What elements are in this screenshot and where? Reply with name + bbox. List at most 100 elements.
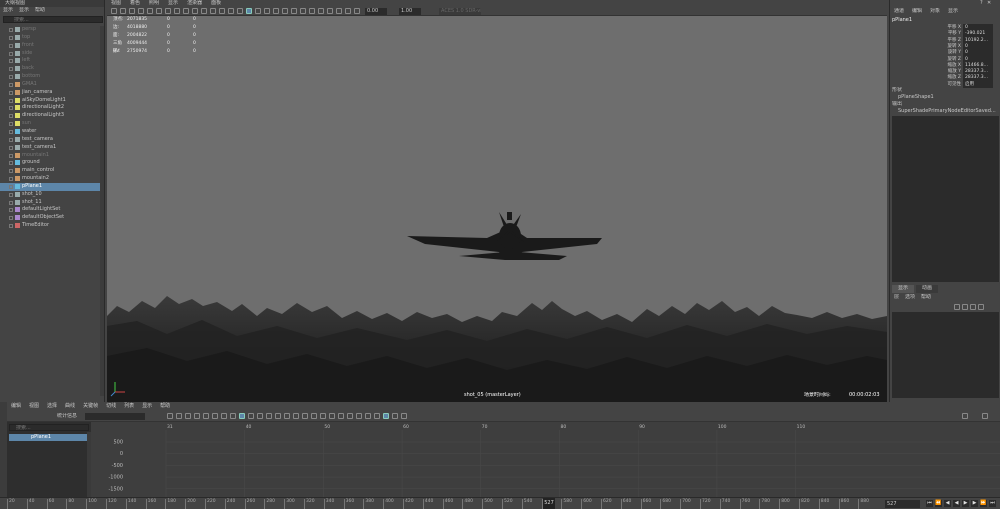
key-stats-icon[interactable] — [962, 413, 968, 419]
layer-move-up-icon[interactable] — [954, 304, 960, 310]
outliner-item[interactable]: front — [0, 42, 100, 50]
shape-name[interactable]: pPlaneShape1 — [898, 94, 934, 101]
time-slider[interactable]: 20 40 60 80 100 120 140 160 180 200 220 240 260 280 30… — [0, 497, 1000, 509]
auto-tangent-icon[interactable] — [239, 413, 245, 419]
new-layer-selected-icon[interactable] — [978, 304, 984, 310]
frame-playback-icon[interactable] — [221, 413, 227, 419]
color-space-dropdown[interactable]: ACES 1.0 SDR-video (sRGB) — [439, 8, 481, 15]
next-key-icon[interactable]: ▶ — [971, 500, 978, 507]
graph-menu-item[interactable]: 视图 — [29, 402, 39, 411]
step-back-icon[interactable]: ⏪ — [935, 500, 942, 507]
plateau-tangent-icon[interactable] — [293, 413, 299, 419]
graph-menu-item[interactable]: 列表 — [124, 402, 134, 411]
outliner-item[interactable]: test_camera1 — [0, 144, 100, 152]
expand-icon[interactable] — [9, 224, 13, 229]
exposure-field[interactable]: 0.00 — [365, 8, 387, 15]
expand-icon[interactable] — [9, 28, 13, 32]
xray-icon[interactable] — [318, 8, 324, 14]
expand-icon[interactable] — [9, 129, 13, 134]
linear-tangent-icon[interactable] — [266, 413, 272, 419]
expand-icon[interactable] — [9, 75, 13, 80]
region-icon[interactable] — [194, 413, 200, 419]
dope-sheet-icon[interactable] — [392, 413, 398, 419]
ssao-icon[interactable] — [282, 8, 288, 14]
channel-value-field[interactable]: 启用 — [963, 80, 993, 88]
layer-menu-options[interactable]: 选项 — [905, 294, 915, 301]
layer-menu-layers[interactable]: 层 — [894, 294, 899, 301]
outliner-item[interactable]: directionalLight3 — [0, 112, 100, 120]
graph-editor-side-tab[interactable] — [0, 402, 7, 497]
buffer-curve-icon[interactable] — [338, 413, 344, 419]
viewport-menu-shading[interactable]: 着色 — [130, 0, 140, 7]
smooth-shade-icon[interactable] — [237, 8, 243, 14]
channel-row[interactable]: 可见性 启用 — [945, 80, 995, 88]
expand-icon[interactable] — [9, 98, 13, 103]
channelbox-menu-object[interactable]: 对象 — [930, 8, 940, 15]
outliner-item[interactable]: TimeEditor — [0, 222, 100, 230]
graph-menu-item[interactable]: 切线 — [106, 402, 116, 411]
gamma-field[interactable]: 1.00 — [399, 8, 421, 15]
tab-display-layers[interactable]: 显示 — [892, 285, 915, 293]
outliner-item[interactable]: mountain1 — [0, 152, 100, 160]
outliner-menu-show[interactable]: 显示 — [19, 7, 29, 15]
viewport-menu-renderer[interactable]: 渲染器 — [187, 0, 202, 7]
outliner-item[interactable]: main_control — [0, 167, 100, 175]
graph-menu-item[interactable]: 曲线 — [65, 402, 75, 411]
outliner-item[interactable]: left — [0, 57, 100, 65]
graph-settings-icon[interactable] — [982, 413, 988, 419]
lock-weight-icon[interactable] — [329, 413, 335, 419]
play-backward-icon[interactable]: ◀ — [953, 500, 960, 507]
xray-joints-icon[interactable] — [327, 8, 333, 14]
outliner-menu-help[interactable]: 帮助 — [35, 7, 45, 15]
current-frame-marker[interactable]: 527 — [543, 498, 555, 509]
close-icon[interactable]: ✕ — [987, 0, 991, 7]
outliner-item[interactable]: shot_10 — [0, 191, 100, 199]
expand-icon[interactable] — [9, 59, 13, 64]
expand-icon[interactable] — [9, 122, 13, 127]
outliner-item[interactable]: aiSkyDomeLight1 — [0, 97, 100, 105]
outliner-search-input[interactable]: 搜索... — [3, 16, 103, 23]
pre-infinity-icon[interactable] — [374, 413, 380, 419]
denormalize-icon[interactable] — [365, 413, 371, 419]
center-icon[interactable] — [230, 413, 236, 419]
image-plane-icon[interactable] — [138, 8, 144, 14]
outliner-item[interactable]: defaultObjectSet — [0, 214, 100, 222]
outliner-item[interactable]: jian_camera — [0, 89, 100, 97]
safe-action-icon[interactable] — [210, 8, 216, 14]
gate-mask-icon[interactable] — [192, 8, 198, 14]
input-node-name[interactable]: SuperShadePrimaryNodeEditorSaved... — [898, 108, 998, 115]
expand-icon[interactable] — [9, 177, 13, 182]
outliner-item[interactable]: GMA1 — [0, 81, 100, 89]
channelbox-menu-edit[interactable]: 编辑 — [912, 8, 922, 15]
layer-move-down-icon[interactable] — [962, 304, 968, 310]
outliner-scrollbar[interactable] — [100, 26, 104, 396]
current-frame-field[interactable]: 527 — [885, 500, 920, 508]
textured-icon[interactable] — [255, 8, 261, 14]
stats-field[interactable] — [85, 413, 145, 420]
viewport-menu-view[interactable]: 视图 — [111, 0, 121, 7]
select-camera-icon[interactable] — [111, 8, 117, 14]
wireframe-icon[interactable] — [228, 8, 234, 14]
normalize-icon[interactable] — [356, 413, 362, 419]
outliner-item[interactable]: water — [0, 128, 100, 136]
expand-icon[interactable] — [9, 145, 13, 150]
lights-icon[interactable] — [264, 8, 270, 14]
expand-icon[interactable] — [9, 169, 13, 174]
unify-tangent-icon[interactable] — [311, 413, 317, 419]
expand-icon[interactable] — [9, 153, 13, 158]
step-tangent-icon[interactable] — [284, 413, 290, 419]
layer-menu-help[interactable]: 帮助 — [921, 294, 931, 301]
viewport-menu-lighting[interactable]: 照明 — [149, 0, 159, 7]
expand-icon[interactable] — [9, 114, 13, 119]
expand-icon[interactable] — [9, 192, 13, 197]
outliner-item[interactable]: side — [0, 50, 100, 58]
graph-outliner-item[interactable]: pPlane1 — [9, 434, 89, 441]
outliner-item[interactable]: pPlane1 — [0, 182, 100, 191]
clamped-tangent-icon[interactable] — [257, 413, 263, 419]
outliner-item[interactable]: ground — [0, 159, 100, 167]
outliner-menu-display[interactable]: 显示 — [3, 7, 13, 15]
channelbox-menu-show[interactable]: 显示 — [948, 8, 958, 15]
resolution-gate-icon[interactable] — [183, 8, 189, 14]
backface-icon[interactable] — [336, 8, 342, 14]
outliner-item[interactable]: directionalLight2 — [0, 104, 100, 112]
